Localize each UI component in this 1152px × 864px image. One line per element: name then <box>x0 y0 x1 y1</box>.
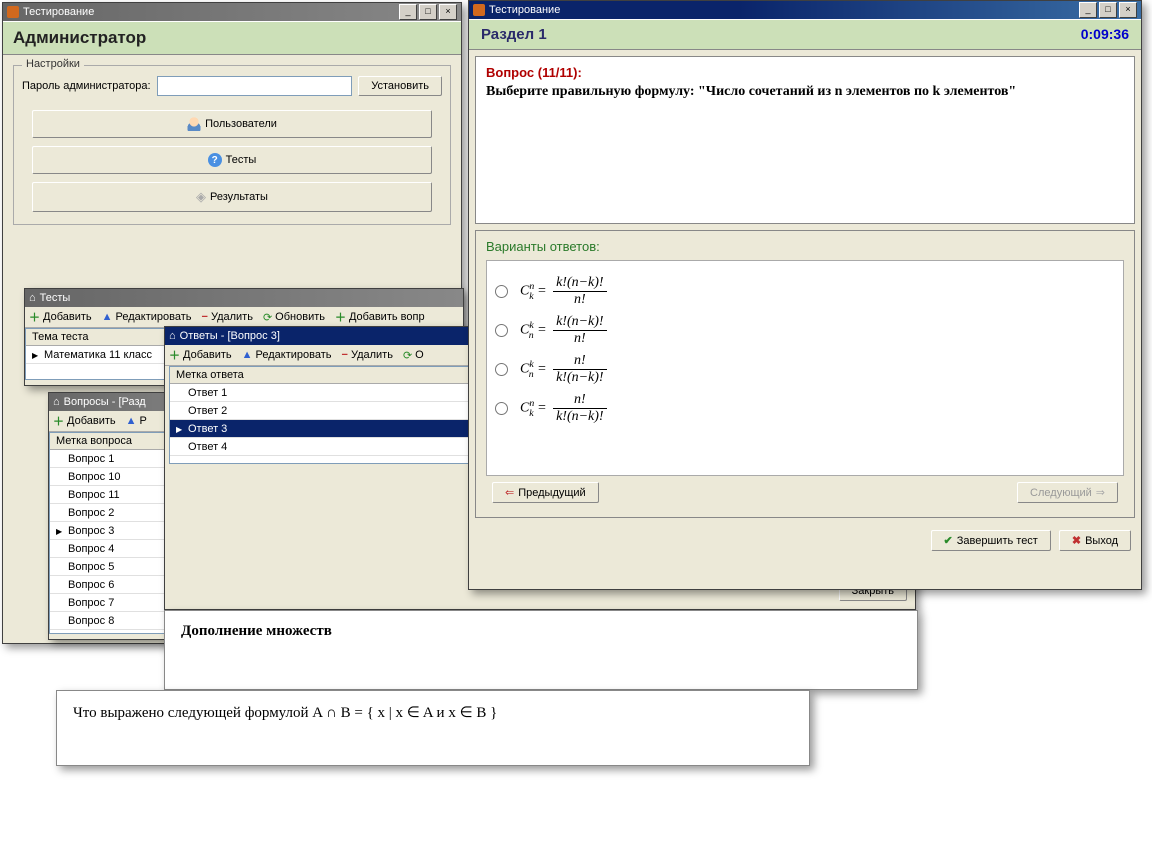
password-input[interactable] <box>157 76 353 96</box>
testrun-title: Тестирование <box>489 1 560 19</box>
minimize-icon[interactable]: _ <box>1079 2 1097 18</box>
tests-edit[interactable]: ▲Редактировать <box>102 309 192 325</box>
tests-addq[interactable]: ＋Добавить вопр <box>335 309 425 325</box>
answer-radio[interactable] <box>495 285 508 298</box>
tests-title: Тесты <box>40 289 71 307</box>
a-refresh[interactable]: ⟳О <box>403 347 424 363</box>
q-edit[interactable]: ▲Р <box>126 413 147 429</box>
answer-option[interactable]: Cnk = k!(n−k)!n! <box>495 275 1115 308</box>
a-del[interactable]: −Удалить <box>342 347 393 363</box>
tests-toolbar: ＋Добавить ▲Редактировать −Удалить ⟳Обнов… <box>25 307 463 328</box>
timer: 0:09:36 <box>1081 26 1129 43</box>
tests-titlebar[interactable]: ⌂ Тесты <box>25 289 463 307</box>
answers-title: Варианты ответов: <box>486 239 1124 254</box>
close-icon[interactable]: × <box>439 4 457 20</box>
maximize-icon[interactable]: □ <box>1099 2 1117 18</box>
answer-option[interactable]: Ckn = n!k!(n−k)! <box>495 353 1115 386</box>
answers-title: Ответы - [Вопрос 3] <box>180 327 280 345</box>
x-icon: ✖ <box>1072 534 1081 547</box>
question-text: Выберите правильную формулу: "Число соче… <box>486 84 1124 100</box>
formula-panel: Что выражено следующей формулой A ∩ B = … <box>56 690 810 766</box>
close-icon[interactable]: × <box>1119 2 1137 18</box>
password-label: Пароль администратора: <box>22 80 151 92</box>
arrow-left-icon: ⇐ <box>505 486 514 499</box>
admin-header: Администратор <box>13 28 146 47</box>
testrun-window: Тестирование _ □ × Раздел 1 0:09:36 Вопр… <box>468 0 1142 590</box>
home-icon: ⌂ <box>169 327 176 345</box>
tests-button[interactable]: ? Тесты <box>32 146 432 174</box>
q-add[interactable]: ＋Добавить <box>53 413 116 429</box>
home-icon: ⌂ <box>53 393 60 411</box>
testrun-titlebar[interactable]: Тестирование _ □ × <box>469 1 1141 19</box>
tests-del[interactable]: −Удалить <box>202 309 253 325</box>
question-number: Вопрос (11/11): <box>486 65 1124 80</box>
answer-radio[interactable] <box>495 324 508 337</box>
answer-radio[interactable] <box>495 402 508 415</box>
answer-option[interactable]: Ckn = k!(n−k)!n! <box>495 314 1115 347</box>
results-icon: ◈ <box>196 189 206 205</box>
admin-titlebar[interactable]: Тестирование _ □ × <box>3 3 461 21</box>
users-button[interactable]: Пользователи <box>32 110 432 138</box>
home-icon: ⌂ <box>29 289 36 307</box>
prev-button[interactable]: ⇐ Предыдущий <box>492 482 599 503</box>
minimize-icon[interactable]: _ <box>399 4 417 20</box>
help-icon: ? <box>208 153 222 167</box>
tests-refresh[interactable]: ⟳Обновить <box>263 309 325 325</box>
user-icon <box>187 117 201 131</box>
app-icon <box>7 6 19 18</box>
a-edit[interactable]: ▲Редактировать <box>242 347 332 363</box>
check-icon: ✔ <box>944 534 953 547</box>
section-title: Раздел 1 <box>481 26 547 43</box>
answer-radio[interactable] <box>495 363 508 376</box>
a-add[interactable]: ＋Добавить <box>169 347 232 363</box>
app-icon <box>473 4 485 16</box>
results-button[interactable]: ◈ Результаты <box>32 182 432 212</box>
set-button[interactable]: Установить <box>358 76 442 96</box>
finish-button[interactable]: ✔ Завершить тест <box>931 530 1051 551</box>
next-button[interactable]: Следующий ⇒ <box>1017 482 1118 503</box>
exit-button[interactable]: ✖ Выход <box>1059 530 1131 551</box>
settings-group-title: Настройки <box>22 58 84 70</box>
questions-title: Вопросы - [Разд <box>64 393 146 411</box>
admin-title: Тестирование <box>23 3 94 21</box>
tests-add[interactable]: ＋Добавить <box>29 309 92 325</box>
caption-panel: Дополнение множеств <box>164 610 918 690</box>
answer-option[interactable]: Cnk = n!k!(n−k)! <box>495 392 1115 425</box>
maximize-icon[interactable]: □ <box>419 4 437 20</box>
arrow-right-icon: ⇒ <box>1096 486 1105 499</box>
